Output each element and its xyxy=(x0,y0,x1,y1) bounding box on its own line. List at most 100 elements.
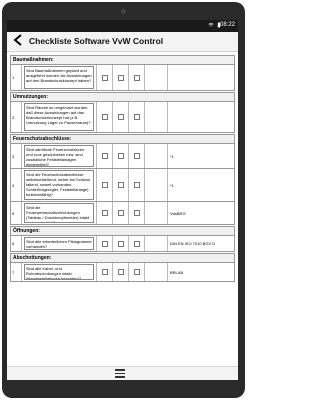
row-reference: *1 xyxy=(170,182,174,188)
checkbox-cell xyxy=(129,169,145,201)
checkbox-cell xyxy=(97,102,113,132)
checkbox-cell xyxy=(113,144,129,168)
back-button[interactable] xyxy=(11,33,25,49)
checkbox-cell xyxy=(97,236,113,251)
checkbox-cell xyxy=(113,202,129,224)
checkbox-cell xyxy=(113,65,129,90)
checkbox-cell xyxy=(97,202,113,224)
checkbox-yes[interactable] xyxy=(101,114,108,120)
checkbox-yes[interactable] xyxy=(101,210,108,216)
note-field[interactable] xyxy=(145,65,168,90)
checkbox-cell xyxy=(129,263,145,281)
checkbox-cell xyxy=(97,169,113,201)
checkbox-cell xyxy=(113,102,129,132)
row-question-cell: Sind Baumaßnahmen geplant und ausgeführt… xyxy=(22,65,97,90)
checkbox-yes[interactable] xyxy=(101,153,108,159)
row-number: 3 xyxy=(11,144,22,168)
row-reference xyxy=(168,65,234,90)
row-question: Sind Räume so umgenutzt worden, daß dies… xyxy=(24,103,94,131)
note-field[interactable] xyxy=(145,236,168,251)
note-field[interactable] xyxy=(145,169,168,201)
arrow-back-icon xyxy=(13,34,22,46)
row-question: Sind die Feuerschutzabschlüsse selbstsch… xyxy=(24,170,94,200)
row-number: 7 xyxy=(11,263,22,281)
checkbox-cell xyxy=(97,65,113,90)
row-reference: BRLAB xyxy=(170,269,184,275)
checkbox-yes[interactable] xyxy=(101,240,108,247)
status-time: 08:22 xyxy=(219,22,235,28)
checkbox-no[interactable] xyxy=(117,114,124,120)
checkbox-cell xyxy=(129,236,145,251)
checkbox-cell xyxy=(97,263,113,281)
checklist: Baumaßnahmen: 1 Sind Baumaßnahmen geplan… xyxy=(10,54,235,282)
checklist-row: 7 Sind alle Kabel- und Rohrabschottungen… xyxy=(10,263,235,282)
menu-button[interactable] xyxy=(115,369,125,379)
row-question: Sind alle erforderlichen Piktogramme vor… xyxy=(24,237,94,250)
row-question-cell: Sind die Feuerwehrschaltvorrichtungen (T… xyxy=(22,202,97,224)
bottom-nav-bar xyxy=(7,366,238,380)
row-reference: VdsBRG xyxy=(170,210,186,216)
checkbox-na[interactable] xyxy=(133,182,140,188)
checkbox-cell xyxy=(129,144,145,168)
row-question: Sind die Feuerwehrschaltvorrichtungen (T… xyxy=(24,203,94,223)
checkbox-no[interactable] xyxy=(117,74,124,81)
checkbox-yes[interactable] xyxy=(101,74,108,81)
note-field[interactable] xyxy=(145,202,168,224)
row-question-cell: Sind die Feuerschutzabschlüsse selbstsch… xyxy=(22,169,97,201)
checklist-row: 1 Sind Baumaßnahmen geplant und ausgefüh… xyxy=(10,65,235,91)
section-header: Umnutzungen: xyxy=(10,92,235,102)
checkbox-na[interactable] xyxy=(133,74,140,81)
section-header: Feuerschutzabschlüsse: xyxy=(10,134,235,144)
checkbox-yes[interactable] xyxy=(101,182,108,188)
checkbox-na[interactable] xyxy=(133,114,140,120)
menu-icon xyxy=(115,369,125,378)
row-reference xyxy=(168,102,234,132)
checkbox-cell xyxy=(113,169,129,201)
screen: 08:22 Checkliste Software VvW Control Ba… xyxy=(7,20,238,380)
checkbox-yes[interactable] xyxy=(101,269,108,275)
row-reference: DIN EN ISO 7010 BGV D xyxy=(170,241,216,246)
checkbox-no[interactable] xyxy=(117,240,124,247)
checkbox-na[interactable] xyxy=(133,269,140,275)
checkbox-no[interactable] xyxy=(117,269,124,275)
row-question-cell: Sind alle Kabel- und Rohrabschottungen i… xyxy=(22,263,97,281)
row-question: Sind alle Kabel- und Rohrabschottungen i… xyxy=(24,264,94,280)
note-field[interactable] xyxy=(145,263,168,281)
wifi-icon xyxy=(208,22,214,27)
checkbox-no[interactable] xyxy=(117,182,124,188)
checkbox-na[interactable] xyxy=(133,210,140,216)
checkbox-no[interactable] xyxy=(117,210,124,216)
app-bar: Checkliste Software VvW Control xyxy=(7,32,238,52)
section-header: Abschottungen: xyxy=(10,253,235,263)
tablet-frame: 08:22 Checkliste Software VvW Control Ba… xyxy=(2,2,245,398)
checkbox-na[interactable] xyxy=(133,240,140,247)
row-question: Sind Baumaßnahmen geplant und ausgeführt… xyxy=(24,66,94,89)
row-number: 1 xyxy=(11,65,22,90)
checklist-row: 3 Sind sämtliche Feuerschutztüren und ro… xyxy=(10,144,235,169)
row-number: 2 xyxy=(11,102,22,132)
checkbox-no[interactable] xyxy=(117,153,124,159)
row-reference: *1 xyxy=(170,153,174,159)
checkbox-cell xyxy=(113,263,129,281)
note-field[interactable] xyxy=(145,102,168,132)
checklist-row: 5 Sind die Feuerwehrschaltvorrichtungen … xyxy=(10,202,235,225)
page-title: Checkliste Software VvW Control xyxy=(29,36,164,46)
row-question-cell: Sind Räume so umgenutzt worden, daß dies… xyxy=(22,102,97,132)
checkbox-cell xyxy=(129,65,145,90)
checkbox-na[interactable] xyxy=(133,153,140,159)
status-bar: 08:22 xyxy=(7,20,238,32)
section-header: Baumaßnahmen: xyxy=(10,55,235,65)
row-number: 6 xyxy=(11,236,22,251)
checklist-row: 2 Sind Räume so umgenutzt worden, daß di… xyxy=(10,102,235,133)
note-field[interactable] xyxy=(145,144,168,168)
checkbox-cell xyxy=(113,236,129,251)
row-number: 4 xyxy=(11,169,22,201)
row-question-cell: Sind sämtliche Feuerschutztüren und rooe… xyxy=(22,144,97,168)
checklist-row: 6 Sind alle erforderlichen Piktogramme v… xyxy=(10,236,235,252)
row-number: 5 xyxy=(11,202,22,224)
checklist-row: 4 Sind die Feuerschutzabschlüsse selbsts… xyxy=(10,169,235,202)
camera-icon xyxy=(121,9,126,14)
section-header: Öffnungen: xyxy=(10,226,235,236)
row-question-cell: Sind alle erforderlichen Piktogramme vor… xyxy=(22,236,97,251)
row-question: Sind sämtliche Feuerschutztüren und rooe… xyxy=(24,145,94,167)
